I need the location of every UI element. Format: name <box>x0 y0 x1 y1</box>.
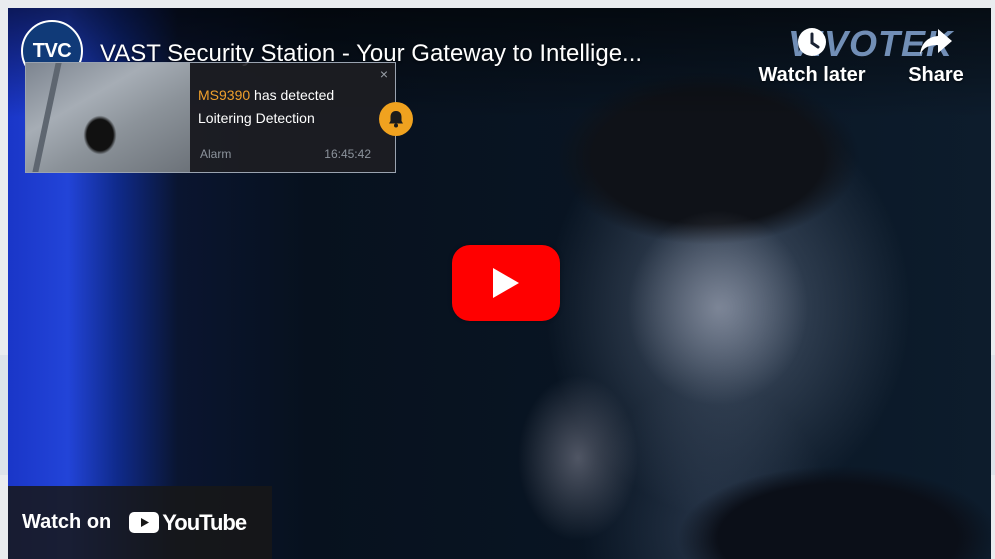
notification-event: Loitering Detection <box>198 110 315 126</box>
watch-on-label: Watch on <box>22 511 112 533</box>
watch-later-label: Watch later <box>758 64 866 86</box>
play-button[interactable] <box>452 245 560 321</box>
close-icon: × <box>379 66 388 82</box>
video-player[interactable]: TVC VAST Security Station - Your Gateway… <box>8 8 991 559</box>
notification-detected-text: has detected <box>250 87 335 103</box>
notification-message: MS9390 has detected Loitering Detection <box>198 84 358 130</box>
alarm-notification-overlay: × MS9390 has detected Loitering Detectio… <box>25 62 413 173</box>
notification-thumbnail <box>26 63 190 172</box>
youtube-logo-text: YouTube <box>162 509 247 535</box>
notification-type: Alarm <box>200 147 232 161</box>
notification-time: 16:45:42 <box>324 147 371 161</box>
watch-later-button[interactable]: Watch later <box>752 22 872 87</box>
share-label: Share <box>908 64 964 86</box>
play-icon <box>493 268 519 298</box>
youtube-logo-icon: YouTube <box>129 509 247 536</box>
notification-device: MS9390 <box>198 87 251 103</box>
clock-icon <box>752 22 872 62</box>
share-arrow-icon <box>876 22 991 62</box>
channel-avatar-text: TVC <box>32 39 72 62</box>
bell-icon <box>379 102 413 136</box>
video-frame-shoulder <box>608 428 991 559</box>
share-button[interactable]: Share <box>876 22 991 87</box>
watch-on-youtube-button[interactable]: Watch on YouTube <box>8 486 272 559</box>
